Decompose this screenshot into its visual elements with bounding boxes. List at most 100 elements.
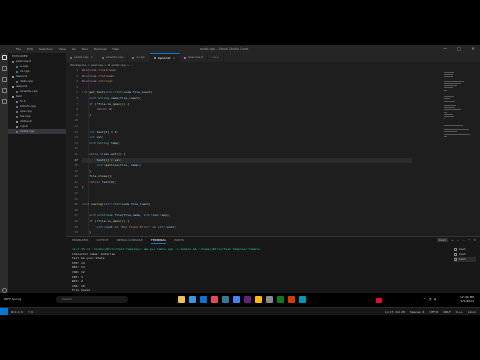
tab-label: exercise.h (188, 55, 204, 59)
menu-run[interactable]: Run (82, 47, 88, 51)
tab-label: c++ (212, 55, 219, 59)
menu-file[interactable]: File (16, 47, 21, 51)
taskbar-app-icon[interactable] (266, 296, 273, 303)
taskbar-app-icon[interactable] (211, 296, 218, 303)
tab-exwrite[interactable]: exwrite.cpp (98, 53, 129, 62)
record-icon[interactable] (376, 298, 382, 303)
terminal-profile[interactable]: bash (436, 238, 448, 242)
minimap-line (444, 109, 461, 111)
minimap-line (444, 111, 447, 113)
minimap-line (444, 89, 447, 91)
terminal-dropdown-button[interactable]: ⌄ (456, 238, 459, 242)
minimap-line (444, 100, 455, 102)
header-file-icon (184, 56, 187, 59)
minimize-button[interactable]: — (438, 45, 452, 53)
close-icon[interactable]: × (90, 53, 93, 62)
chevron-up-icon[interactable]: ^ (423, 297, 426, 301)
menu-terminal[interactable]: Terminal (94, 47, 107, 51)
system-tray: ^ ◔ ◖ (423, 297, 436, 301)
terminal-instance[interactable]: bash (454, 257, 476, 262)
taskbar-app-icon[interactable] (277, 296, 284, 303)
pinned-apps (178, 296, 306, 303)
taskbar-app-icon[interactable] (178, 296, 185, 303)
title-bar: File Edit Selection View Go Run Terminal… (0, 45, 480, 53)
taskbar-app-icon[interactable] (233, 296, 240, 303)
maximize-panel-button[interactable]: ^ (468, 238, 471, 242)
taskbar-search[interactable]: Search (56, 296, 128, 303)
tab-a[interactable]: a.cpp (128, 53, 150, 62)
taskbar-app-icon[interactable] (222, 296, 229, 303)
source-control-icon[interactable] (1, 77, 7, 82)
platform[interactable]: Linux (468, 310, 476, 314)
code-area[interactable]: #include <iostream> #include <fstream> #… (82, 68, 412, 236)
minimap-line (444, 105, 456, 106)
line-ending[interactable]: CRLF (443, 310, 451, 314)
close-panel-button[interactable]: ✕ (473, 238, 476, 242)
tab-terminal[interactable]: TERMINAL (150, 237, 167, 244)
search-icon[interactable] (1, 66, 7, 71)
taskbar-app-icon[interactable] (200, 296, 207, 303)
taskbar-app-icon[interactable] (244, 296, 251, 303)
menu-help[interactable]: Help (112, 47, 119, 51)
terminal-text: STR: 14 (72, 260, 85, 265)
tab-exercise[interactable]: exercise.h (180, 53, 209, 62)
volume-icon[interactable]: ◖ (434, 297, 436, 301)
taskbar-app-icon[interactable] (288, 296, 295, 303)
menu-view[interactable]: View (59, 47, 66, 51)
minimap[interactable] (440, 68, 480, 236)
menu-go[interactable]: Go (72, 47, 76, 51)
minimap-line (444, 116, 454, 117)
file-icon (16, 70, 18, 73)
maximize-button[interactable]: □ (452, 45, 466, 53)
file-icon (12, 85, 14, 88)
window-controls: — □ ✕ (438, 45, 480, 53)
file-tree-item[interactable]: exlist.cpp (8, 129, 66, 134)
run-debug-icon[interactable] (1, 88, 7, 93)
tab-output[interactable]: OUTPUT (96, 237, 108, 244)
minimap-line (444, 118, 445, 120)
file-icon (12, 60, 14, 63)
menu-selection[interactable]: Selection (39, 47, 53, 51)
terminal-text: WIS: 2 (72, 279, 83, 284)
line-number-gutter: 1 2 3 4 5 6 7 8 9 10 11 12 13 14 15 16 17 18 19 20 21 22 23 24 2… (66, 68, 80, 236)
minimap-line (444, 83, 461, 84)
taskbar-app-icon[interactable] (255, 296, 262, 303)
indentation[interactable]: Spaces: 4 (410, 310, 425, 314)
minimap-line (444, 76, 453, 78)
file-icon (16, 130, 18, 133)
new-terminal-button[interactable]: + (451, 238, 454, 242)
menu-edit[interactable]: Edit (27, 47, 33, 51)
minimap-line (444, 124, 463, 126)
ports-count[interactable]: ⚡ 0 (28, 310, 33, 314)
tab-problems[interactable]: PROBLEMS (72, 237, 88, 244)
wifi-icon[interactable]: ◔ (429, 297, 432, 301)
terminal-icon (454, 253, 457, 256)
cursor-position[interactable]: Ln 17, Col 28 (385, 310, 405, 314)
minimap-line (444, 113, 453, 115)
letterbox-bottom (0, 315, 480, 360)
clock-date: 1/5/2024 (460, 299, 474, 303)
tab-ports[interactable]: PORTS (174, 237, 184, 244)
clock[interactable]: 12:42 PM 1/5/2024 (460, 295, 474, 303)
terminal-text: INT: 3 (72, 274, 83, 279)
problems-count[interactable]: ⊗ 0 ⚠ 0 (11, 310, 23, 314)
encoding[interactable]: UTF-8 (429, 310, 438, 314)
tab-debug-console[interactable]: DEBUG CONSOLE (117, 237, 143, 244)
remote-indicator[interactable] (0, 307, 8, 315)
weather-widget[interactable]: 68°F Sunny (4, 296, 21, 303)
more-actions-button[interactable]: ⋯ (462, 238, 465, 242)
minimap-line (444, 135, 447, 137)
language-mode[interactable]: C++ (456, 310, 463, 314)
taskbar-app-icon[interactable] (299, 296, 306, 303)
tab-exlist[interactable]: exlist.cpp × (66, 53, 98, 62)
terminal-text: File Saved (72, 288, 91, 293)
terminal-text: cb-3.38 cd '/home/jWtrin/Test tamples/' … (72, 247, 260, 251)
extensions-icon[interactable] (1, 99, 7, 104)
taskbar-app-icon[interactable] (189, 296, 196, 303)
close-button[interactable]: ✕ (466, 45, 480, 53)
code-editor[interactable]: 1 2 3 4 5 6 7 8 9 10 11 12 13 14 15 16 17 18 19 20 21 22 23 24 2… (66, 68, 480, 236)
tab-input[interactable]: input.txt × (149, 53, 181, 62)
explorer-icon[interactable] (1, 55, 7, 60)
tab-cpp[interactable]: c++ (208, 53, 224, 62)
cpp-file-icon (132, 56, 135, 59)
